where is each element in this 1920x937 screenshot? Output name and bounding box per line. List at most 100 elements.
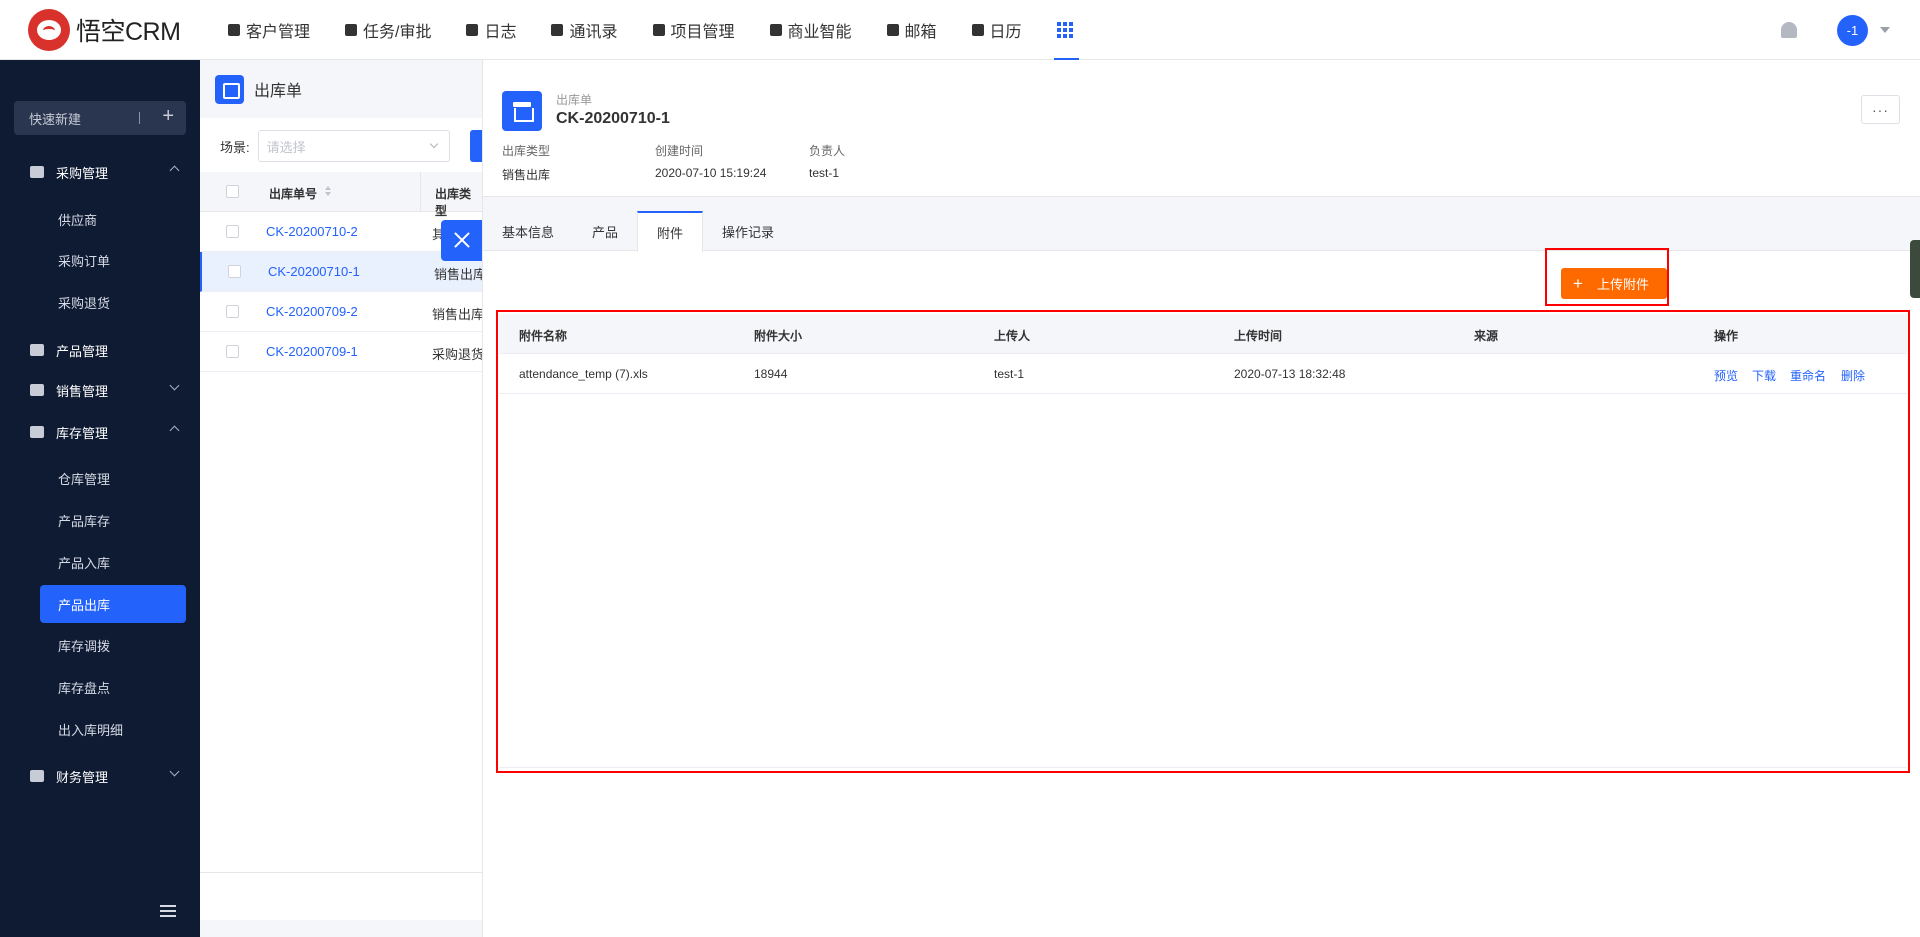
nav-mail[interactable]: 邮箱 xyxy=(871,0,956,60)
app-logo[interactable]: 悟空CRM xyxy=(0,8,200,51)
side-panel-handle[interactable] xyxy=(1910,240,1920,298)
sidebar-item-stock-detail[interactable]: 出入库明细 xyxy=(40,710,186,748)
sidebar-group-label: 库存管理 xyxy=(56,425,109,441)
meta-type: 出库类型 销售出库 xyxy=(502,142,550,183)
select-all-checkbox[interactable] xyxy=(226,185,239,198)
sidebar-item-label: 产品入库 xyxy=(58,555,111,571)
detail-subtitle: 出库单 xyxy=(556,93,593,107)
sidebar-item-warehouse[interactable]: 仓库管理 xyxy=(40,459,186,497)
close-drawer-button[interactable] xyxy=(441,220,482,261)
detail-header: 出库单 CK-20200710-1 ··· 出库类型 销售出库 创建时间 202… xyxy=(483,60,1920,197)
horizontal-scrollbar[interactable] xyxy=(200,920,482,937)
sidebar-group-finance[interactable]: 财务管理 xyxy=(0,756,200,796)
tab-attachments[interactable]: 附件 xyxy=(637,211,704,252)
plus-icon: + xyxy=(1573,274,1583,293)
nav-contacts[interactable]: 通讯录 xyxy=(535,0,636,60)
action-button[interactable] xyxy=(470,130,482,162)
sidebar-item-stock-out[interactable]: 产品出库 xyxy=(40,585,186,623)
column-header-name: 附件名称 xyxy=(519,329,568,343)
sidebar-item-label: 供应商 xyxy=(58,212,98,228)
cube-icon xyxy=(30,344,44,356)
nav-label: 通讯录 xyxy=(569,23,618,41)
download-link[interactable]: 下载 xyxy=(1752,367,1776,384)
order-no-link[interactable]: CK-20200709-1 xyxy=(266,344,358,359)
nav-calendar[interactable]: 日历 xyxy=(956,0,1041,60)
preview-link[interactable]: 预览 xyxy=(1714,367,1738,384)
nav-customer[interactable]: 客户管理 xyxy=(212,0,329,60)
journal-icon xyxy=(466,23,479,36)
table-row[interactable]: CK-20200710-2 其他出库 xyxy=(200,212,482,252)
scene-label: 场景: xyxy=(220,139,250,155)
sidebar-item-inventory-check[interactable]: 库存盘点 xyxy=(40,668,186,706)
tab-basic-info[interactable]: 基本信息 xyxy=(483,211,573,251)
nav-label: 项目管理 xyxy=(670,23,735,41)
sidebar-item-supplier[interactable]: 供应商 xyxy=(40,200,186,238)
bell-icon[interactable] xyxy=(1781,22,1797,38)
meta-key: 创建时间 xyxy=(655,144,704,158)
scene-filter: 场景: 请选择 xyxy=(220,130,450,162)
stock-out-list: 出库单 场景: 请选择 出库单号 出库类型 CK-20200710-2 其他出库… xyxy=(200,60,484,937)
order-no-link[interactable]: CK-20200710-1 xyxy=(268,264,360,279)
detail-tabs: 基本信息 产品 附件 操作记录 xyxy=(483,211,1920,252)
sidebar-group-sales[interactable]: 销售管理 xyxy=(0,370,200,410)
table-row[interactable]: CK-20200709-2 销售出库 xyxy=(200,292,482,332)
row-checkbox[interactable] xyxy=(228,265,241,278)
nav-bi[interactable]: 商业智能 xyxy=(754,0,871,60)
column-header-actions: 操作 xyxy=(1714,329,1739,343)
row-checkbox[interactable] xyxy=(226,305,239,318)
column-header-uploader: 上传人 xyxy=(994,329,1031,343)
meta-value: 销售出库 xyxy=(502,168,551,182)
tab-operation-log[interactable]: 操作记录 xyxy=(703,211,793,251)
row-checkbox[interactable] xyxy=(226,345,239,358)
nav-project[interactable]: 项目管理 xyxy=(637,0,754,60)
sidebar-group-purchase[interactable]: 采购管理 xyxy=(0,152,200,192)
rename-link[interactable]: 重命名 xyxy=(1790,367,1826,384)
meta-value: 2020-07-10 15:19:24 xyxy=(655,166,767,180)
top-bar: 悟空CRM 客户管理 任务/审批 日志 通讯录 项目管理 商业智能 邮箱 日历 … xyxy=(0,0,1920,60)
list-header: 出库单 xyxy=(200,60,482,118)
quick-new-button[interactable]: 快速新建 + xyxy=(14,101,186,135)
order-no-link[interactable]: CK-20200709-2 xyxy=(266,304,358,319)
chevron-down-icon xyxy=(169,766,180,777)
divider xyxy=(483,197,1920,211)
bi-icon xyxy=(769,23,782,36)
scene-placeholder: 请选择 xyxy=(266,139,306,155)
nav-task[interactable]: 任务/审批 xyxy=(329,0,450,60)
sidebar-item-label: 产品库存 xyxy=(58,513,111,529)
more-button[interactable]: ··· xyxy=(1861,95,1900,124)
scene-select[interactable]: 请选择 xyxy=(257,130,450,162)
detail-drawer: 出库单 CK-20200710-1 ··· 出库类型 销售出库 创建时间 202… xyxy=(482,60,1920,937)
sidebar-item-purchase-order[interactable]: 采购订单 xyxy=(40,241,186,279)
delete-link[interactable]: 删除 xyxy=(1841,367,1865,384)
attachment-time: 2020-07-13 18:32:48 xyxy=(1234,367,1346,381)
sidebar-item-transfer[interactable]: 库存调拨 xyxy=(40,626,186,664)
avatar[interactable]: -1 xyxy=(1837,14,1868,46)
collapse-menu-icon[interactable] xyxy=(160,905,180,919)
sort-icon[interactable] xyxy=(325,186,331,198)
sidebar-item-purchase-return[interactable]: 采购退货 xyxy=(40,283,186,321)
divider xyxy=(420,172,421,212)
table-row[interactable]: CK-20200710-1 销售出库 xyxy=(200,252,484,292)
chevron-down-icon[interactable] xyxy=(1880,27,1890,33)
sidebar-item-stock-in[interactable]: 产品入库 xyxy=(40,543,186,581)
column-header-no[interactable]: 出库单号 xyxy=(269,185,317,202)
nav-log[interactable]: 日志 xyxy=(450,0,535,60)
divider xyxy=(200,872,482,873)
sidebar-group-stock[interactable]: 库存管理 xyxy=(0,412,200,452)
order-no-link[interactable]: CK-20200710-2 xyxy=(266,224,358,239)
nav-label: 日志 xyxy=(484,23,517,41)
tag-icon xyxy=(30,384,44,396)
upload-attachment-button[interactable]: + 上传附件 xyxy=(1561,268,1667,299)
sidebar-group-product[interactable]: 产品管理 xyxy=(0,330,200,370)
sidebar-group-label: 采购管理 xyxy=(56,165,109,181)
meta-created: 创建时间 2020-07-10 15:19:24 xyxy=(655,142,766,180)
row-checkbox[interactable] xyxy=(226,225,239,238)
logo-text: 悟空CRM xyxy=(76,17,181,46)
attachment-size: 18944 xyxy=(754,367,788,381)
tab-products[interactable]: 产品 xyxy=(573,211,637,251)
nav-apps[interactable] xyxy=(1041,0,1092,60)
sidebar-item-label: 出入库明细 xyxy=(58,722,124,738)
sidebar-item-product-stock[interactable]: 产品库存 xyxy=(40,501,186,539)
nav-label: 邮箱 xyxy=(904,23,937,41)
table-row[interactable]: CK-20200709-1 采购退货出库 xyxy=(200,332,482,372)
